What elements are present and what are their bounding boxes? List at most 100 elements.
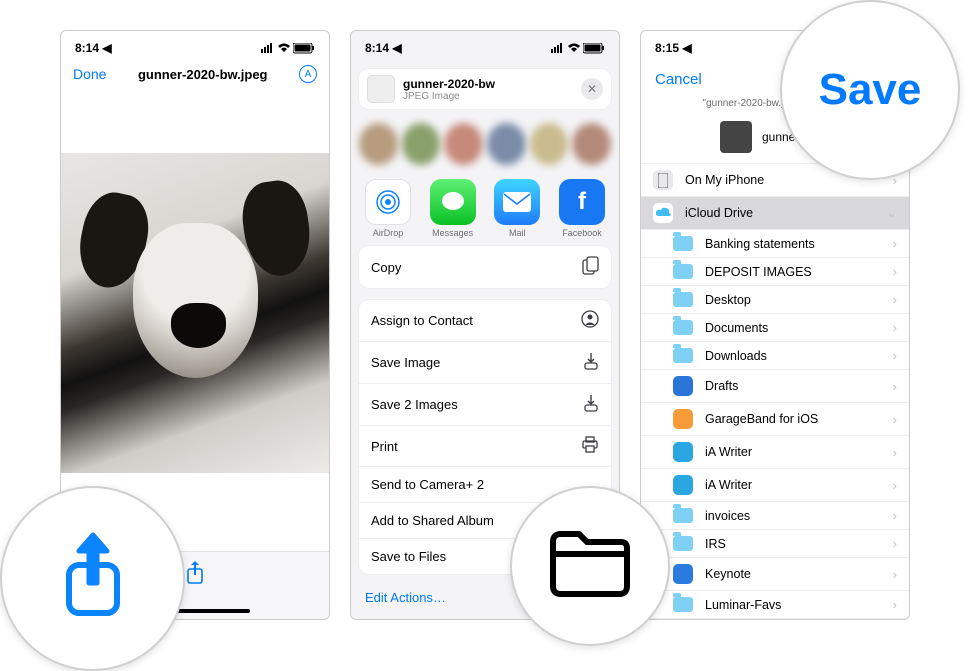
folder-icon [673, 508, 693, 523]
folder-icon [673, 564, 693, 584]
iphone-icon [653, 170, 673, 190]
file-title: gunner-2020-bw.jpeg [106, 67, 299, 82]
file-thumbnail [720, 121, 752, 153]
status-indicators [261, 43, 315, 54]
done-button[interactable]: Done [73, 66, 106, 82]
folder-row[interactable]: invoices › [641, 502, 909, 530]
folder-row[interactable]: iA Writer › [641, 469, 909, 502]
chevron-right-icon: › [893, 508, 897, 523]
location-icloud-drive[interactable]: iCloud Drive ⌄ [641, 197, 909, 230]
folder-label: iA Writer [705, 445, 752, 459]
nav-bar: Done gunner-2020-bw.jpeg A [61, 61, 329, 93]
contact-icon [581, 310, 599, 331]
printer-icon [581, 436, 599, 456]
app-messages[interactable]: Messages [426, 179, 480, 238]
chevron-right-icon: › [893, 445, 897, 460]
app-mail[interactable]: Mail [490, 179, 544, 238]
folder-label: Desktop [705, 293, 751, 307]
folder-row[interactable]: Keynote › [641, 558, 909, 591]
folder-icon [673, 409, 693, 429]
share-subtitle: JPEG Image [403, 91, 581, 102]
copy-icon [582, 256, 599, 278]
chevron-right-icon: › [893, 412, 897, 427]
chevron-right-icon: › [893, 264, 897, 279]
contacts-row[interactable] [351, 117, 619, 171]
share-apps-row: AirDrop Messages Mail f Facebook [351, 171, 619, 240]
folder-icon [673, 292, 693, 307]
callout-folder-icon [510, 486, 670, 646]
share-icon [57, 531, 129, 626]
folder-label: Keynote [705, 567, 751, 581]
chevron-right-icon: › [893, 536, 897, 551]
share-title: gunner-2020-bw [403, 77, 581, 91]
folder-row[interactable]: Banking statements › [641, 230, 909, 258]
close-icon[interactable]: ✕ [581, 78, 603, 100]
chevron-right-icon: › [893, 348, 897, 363]
folder-icon [673, 236, 693, 251]
folder-label: Documents [705, 321, 768, 335]
action-copy[interactable]: Copy [359, 246, 611, 288]
action-save-image[interactable]: Save Image [359, 342, 611, 384]
status-bar: 8:14 ◀ [61, 31, 329, 61]
icloud-icon [653, 203, 673, 223]
folder-icon [673, 264, 693, 279]
status-bar: 8:14 ◀ [351, 31, 619, 61]
folder-icon [673, 376, 693, 396]
folder-label: Downloads [705, 349, 767, 363]
folder-icon [673, 442, 693, 462]
folder-label: DEPOSIT IMAGES [705, 265, 812, 279]
folder-row[interactable]: Desktop › [641, 286, 909, 314]
share-icon[interactable] [185, 573, 205, 590]
chevron-right-icon: › [893, 292, 897, 307]
folder-row[interactable]: Documents › [641, 314, 909, 342]
folder-row[interactable]: IRS › [641, 530, 909, 558]
folder-label: invoices [705, 509, 750, 523]
folder-label: GarageBand for iOS [705, 412, 818, 426]
folder-icon [673, 597, 693, 612]
status-time: 8:14 ◀ [365, 41, 402, 55]
action-print[interactable]: Print [359, 426, 611, 467]
folder-icon [673, 320, 693, 335]
folder-row[interactable]: GarageBand for iOS › [641, 403, 909, 436]
download-icon [583, 394, 599, 415]
chevron-right-icon: › [893, 567, 897, 582]
save-label: Save [819, 65, 922, 115]
status-time: 8:14 ◀ [75, 41, 112, 55]
download-icon [583, 352, 599, 373]
status-indicators [551, 43, 605, 54]
chevron-down-icon: ⌄ [886, 205, 897, 221]
folder-label: Banking statements [705, 237, 815, 251]
folder-label: IRS [705, 537, 726, 551]
folder-icon [673, 348, 693, 363]
status-time: 8:15 ◀ [655, 41, 692, 55]
share-actions-group: Copy [359, 246, 611, 288]
folder-row[interactable]: Luminar-Favs › [641, 591, 909, 619]
callout-save-text: Save [780, 0, 960, 180]
chevron-right-icon: › [893, 320, 897, 335]
share-thumbnail [367, 75, 395, 103]
chevron-right-icon: › [893, 379, 897, 394]
cancel-button[interactable]: Cancel [655, 71, 702, 88]
folder-icon [673, 536, 693, 551]
folder-icon [545, 526, 635, 606]
folder-label: iA Writer [705, 478, 752, 492]
action-assign-contact[interactable]: Assign to Contact [359, 300, 611, 342]
chevron-right-icon: › [893, 236, 897, 251]
chevron-right-icon: › [893, 478, 897, 493]
app-facebook[interactable]: f Facebook [555, 179, 609, 238]
folder-row[interactable]: Misc› [641, 619, 909, 620]
app-airdrop[interactable]: AirDrop [361, 179, 415, 238]
chevron-right-icon: › [893, 597, 897, 612]
folder-row[interactable]: Drafts › [641, 370, 909, 403]
image-preview[interactable] [61, 153, 329, 473]
folder-row[interactable]: iA Writer › [641, 436, 909, 469]
callout-share-icon [0, 486, 185, 671]
folder-label: Drafts [705, 379, 738, 393]
markup-icon[interactable]: A [299, 65, 317, 83]
share-header: gunner-2020-bw JPEG Image ✕ [359, 69, 611, 109]
folder-icon [673, 475, 693, 495]
action-save-2-images[interactable]: Save 2 Images [359, 384, 611, 426]
folder-row[interactable]: DEPOSIT IMAGES › [641, 258, 909, 286]
folder-row[interactable]: Downloads › [641, 342, 909, 370]
folder-label: Luminar-Favs [705, 598, 781, 612]
